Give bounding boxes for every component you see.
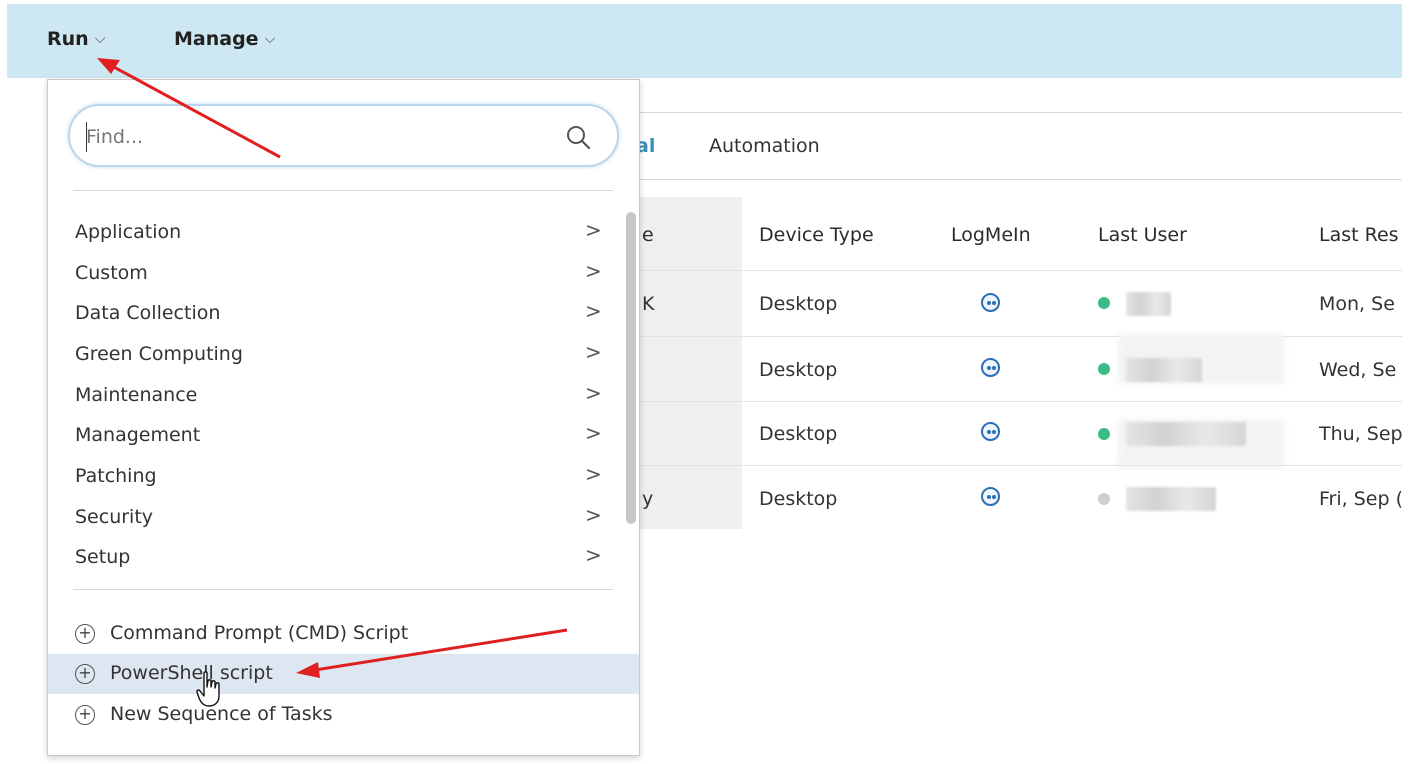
table-cell-device-type: Desktop xyxy=(759,423,838,445)
column-header-name[interactable]: e xyxy=(642,224,654,246)
logmein-icon[interactable] xyxy=(981,358,1000,377)
table-cell-last-restart: Thu, Sep xyxy=(1319,423,1403,445)
table-cell-name: K xyxy=(642,293,655,315)
menu-item-patching[interactable]: Patching > xyxy=(48,457,624,497)
table-cell-last-restart: Fri, Sep ( xyxy=(1319,488,1403,510)
table-cell-device-type: Desktop xyxy=(759,293,838,315)
menu-item-label: Data Collection xyxy=(75,302,221,324)
text-cursor xyxy=(86,122,87,152)
search-box[interactable] xyxy=(68,104,619,167)
menu-item-label: Setup xyxy=(75,546,131,568)
menu-item-powershell-script[interactable]: + PowerShell script xyxy=(48,654,639,694)
menu-item-label: PowerShell script xyxy=(110,662,273,684)
redacted-user-name xyxy=(1126,487,1216,511)
hand-cursor-icon xyxy=(196,671,220,707)
table-row-divider xyxy=(640,465,1402,466)
table-cell-device-type: Desktop xyxy=(759,359,838,381)
column-header-last-restart[interactable]: Last Res xyxy=(1319,224,1399,246)
menu-item-custom[interactable]: Custom > xyxy=(48,254,624,294)
run-menu-dropdown: Application > Custom > Data Collection >… xyxy=(47,79,640,756)
chevron-right-icon: > xyxy=(585,543,602,567)
run-menu-button[interactable]: Run ⌵ xyxy=(47,28,105,50)
chevron-right-icon: > xyxy=(585,421,602,445)
logmein-icon[interactable] xyxy=(981,422,1000,441)
table-cell-name: y xyxy=(642,488,654,510)
menu-item-label: Patching xyxy=(75,465,157,487)
table-cell-device-type: Desktop xyxy=(759,488,838,510)
chevron-right-icon: > xyxy=(585,462,602,486)
chevron-right-icon: > xyxy=(585,381,602,405)
column-header-device-type[interactable]: Device Type xyxy=(759,224,874,246)
online-status-dot xyxy=(1098,428,1110,440)
menu-item-label: Maintenance xyxy=(75,384,198,406)
chevron-down-icon: ⌵ xyxy=(264,31,276,47)
menu-item-new-sequence[interactable]: + New Sequence of Tasks xyxy=(48,695,639,735)
menu-item-green-computing[interactable]: Green Computing > xyxy=(48,335,624,375)
menu-item-application[interactable]: Application > xyxy=(48,213,624,253)
tabs-top-border xyxy=(640,112,1402,113)
logmein-icon[interactable] xyxy=(981,293,1000,312)
online-status-dot xyxy=(1098,297,1110,309)
tab-automation[interactable]: Automation xyxy=(709,135,820,157)
tabs-bottom-border xyxy=(640,179,1402,180)
plus-circle-icon: + xyxy=(75,705,95,725)
redacted-user-name xyxy=(1126,422,1246,446)
chevron-right-icon: > xyxy=(585,299,602,323)
menu-divider xyxy=(73,589,613,590)
menu-item-label: Green Computing xyxy=(75,343,243,365)
chevron-right-icon: > xyxy=(585,259,602,283)
redacted-user-name xyxy=(1126,358,1202,382)
search-input[interactable] xyxy=(86,123,546,151)
chevron-right-icon: > xyxy=(585,503,602,527)
offline-status-dot xyxy=(1098,493,1110,505)
menu-item-management[interactable]: Management > xyxy=(48,416,624,456)
plus-circle-icon: + xyxy=(75,624,95,644)
menu-item-security[interactable]: Security > xyxy=(48,498,624,538)
menu-divider xyxy=(73,190,613,191)
column-header-logmein[interactable]: LogMeIn xyxy=(951,224,1031,246)
menu-item-label: Management xyxy=(75,424,201,446)
column-header-last-user[interactable]: Last User xyxy=(1098,224,1187,246)
menu-item-label: Security xyxy=(75,506,154,528)
redacted-user-name xyxy=(1126,292,1171,316)
chevron-right-icon: > xyxy=(585,340,602,364)
table-row-divider xyxy=(640,401,1402,402)
manage-menu-button[interactable]: Manage ⌵ xyxy=(174,28,275,50)
table-row-divider xyxy=(640,336,1402,337)
menu-item-label: Command Prompt (CMD) Script xyxy=(110,622,409,644)
run-menu-label: Run xyxy=(47,28,89,50)
logmein-icon[interactable] xyxy=(981,487,1000,506)
menu-item-label: Custom xyxy=(75,262,148,284)
chevron-right-icon: > xyxy=(585,218,602,242)
name-column-shade xyxy=(640,197,742,529)
menu-scrollbar[interactable] xyxy=(626,212,636,524)
chevron-down-icon: ⌵ xyxy=(94,31,106,47)
menu-item-cmd-script[interactable]: + Command Prompt (CMD) Script xyxy=(48,614,639,654)
online-status-dot xyxy=(1098,363,1110,375)
search-icon[interactable] xyxy=(565,124,591,150)
menu-item-maintenance[interactable]: Maintenance > xyxy=(48,376,624,416)
menu-item-setup[interactable]: Setup > xyxy=(48,538,624,578)
menu-item-data-collection[interactable]: Data Collection > xyxy=(48,294,624,334)
menu-item-label: Application xyxy=(75,221,182,243)
table-cell-last-restart: Wed, Se xyxy=(1319,359,1397,381)
table-row-divider xyxy=(640,270,1402,271)
manage-menu-label: Manage xyxy=(174,28,259,50)
plus-circle-icon: + xyxy=(75,664,95,684)
table-cell-last-restart: Mon, Se xyxy=(1319,293,1395,315)
